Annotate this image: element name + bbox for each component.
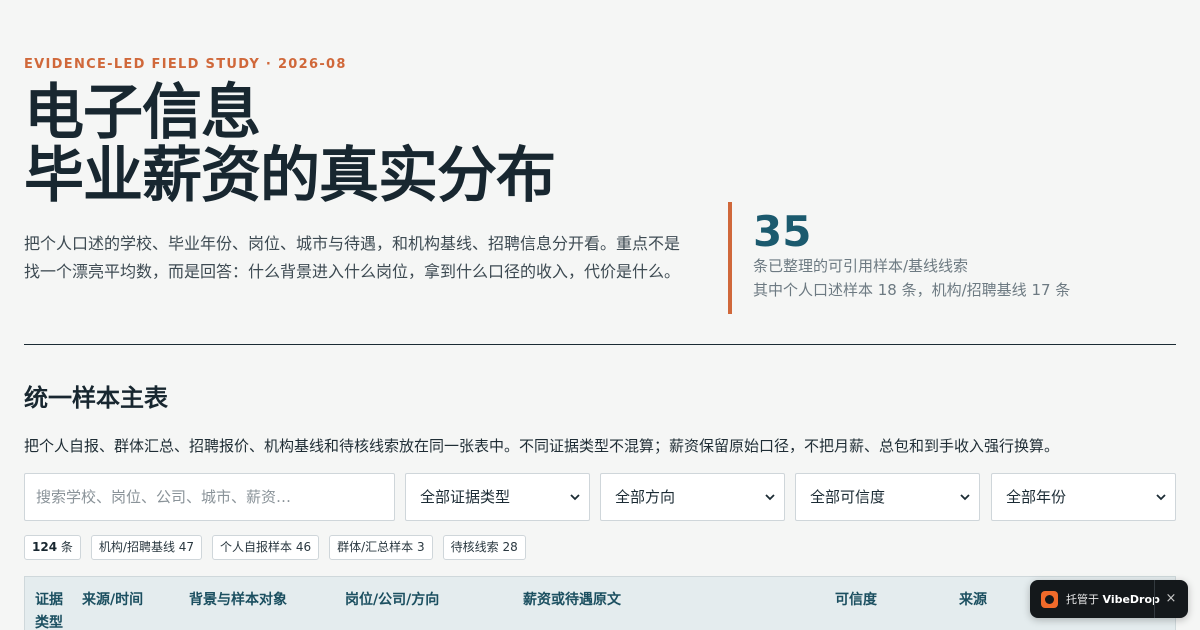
search-input[interactable] [24,473,395,521]
section-divider [24,344,1176,345]
hosted-by-prefix: 托管于 [1066,593,1099,606]
total-count: 124 [32,540,58,554]
stat-card: 35 条已整理的可引用样本/基线线索 其中个人口述样本 18 条，机构/招聘基线… [728,202,1070,314]
section-description: 把个人自报、群体汇总、招聘报价、机构基线和待核线索放在同一张表中。不同证据类型不… [24,437,1060,455]
badge-divider [1154,580,1155,618]
stat-description: 条已整理的可引用样本/基线线索 [753,257,969,275]
self-report-count-chip: 个人自报样本 46 [212,535,320,560]
column-header-evidence-type[interactable]: 证据类型 [35,589,65,630]
intro-paragraph: 把个人口述的学校、毕业年份、岗位、城市与待遇，和机构基线、招聘信息分开看。重点不… [24,234,681,281]
page-title: 电子信息 毕业薪资的真实分布 [24,78,556,211]
direction-select[interactable]: 全部方向 [600,473,785,521]
filter-bar: 全部证据类型 全部方向 全部可信度 全部年份 [24,473,1176,521]
page-title-line-1: 电子信息 [24,78,261,148]
chevron-down-icon [570,494,580,501]
chevron-down-icon [960,494,970,501]
column-header-position[interactable]: 岗位/公司/方向 [345,589,439,612]
vibedrop-logo-icon [1041,591,1058,608]
stat-value: 35 [753,207,812,256]
section-title: 统一样本主表 [24,384,168,412]
pending-count-chip: 待核线索 28 [442,535,526,560]
stat-breakdown: 其中个人口述样本 18 条，机构/招聘基线 17 条 [753,281,1071,299]
eyebrow-label: EVIDENCE-LED FIELD STUDY · 2026-08 [24,57,347,72]
hosted-by-text: 托管于 VibeDrop [1066,591,1160,607]
count-chips: 124 条 机构/招聘基线 47 个人自报样本 46 群体/汇总样本 3 待核线… [24,535,526,560]
evidence-type-select-value: 全部证据类型 [420,488,511,506]
table-header: 证据类型 来源/时间 背景与样本对象 岗位/公司/方向 薪资或待遇原文 可信度 … [24,576,1176,630]
chevron-down-icon [1156,494,1166,501]
column-header-background[interactable]: 背景与样本对象 [189,589,287,612]
hosted-by-badge[interactable]: 托管于 VibeDrop × [1030,580,1188,618]
credibility-select[interactable]: 全部可信度 [795,473,980,521]
year-select-value: 全部年份 [1006,488,1067,506]
group-count-chip: 群体/汇总样本 3 [329,535,433,560]
institution-count-chip: 机构/招聘基线 47 [90,535,203,560]
chevron-down-icon [765,494,775,501]
direction-select-value: 全部方向 [615,488,676,506]
close-icon[interactable]: × [1160,590,1182,608]
evidence-type-select[interactable]: 全部证据类型 [405,473,590,521]
total-count-unit: 条 [60,540,73,554]
year-select[interactable]: 全部年份 [991,473,1176,521]
column-header-source[interactable]: 来源 [959,589,987,612]
column-header-salary[interactable]: 薪资或待遇原文 [523,589,621,612]
credibility-select-value: 全部可信度 [810,488,886,506]
hosted-by-brand: VibeDrop [1102,593,1160,606]
total-count-chip: 124 条 [24,535,81,560]
column-header-credibility[interactable]: 可信度 [835,589,877,612]
page-title-line-2: 毕业薪资的真实分布 [24,141,556,211]
column-header-source-time[interactable]: 来源/时间 [82,589,143,612]
